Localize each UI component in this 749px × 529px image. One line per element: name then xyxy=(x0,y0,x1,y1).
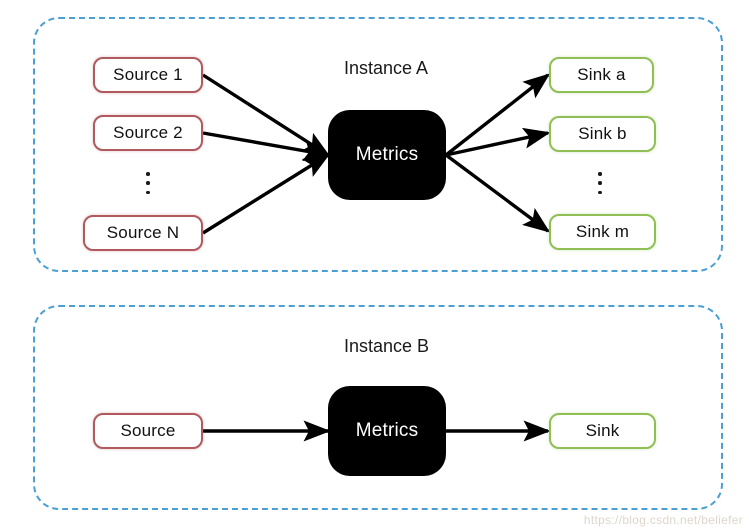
node-sink-a-label: Sink a xyxy=(577,65,626,84)
node-sink-single[interactable]: Sink xyxy=(549,413,656,449)
node-source-single[interactable]: Source xyxy=(93,413,203,449)
node-source-2[interactable]: Source 2 xyxy=(93,115,203,151)
node-sink-single-label: Sink xyxy=(585,421,620,440)
source-ellipsis-icon xyxy=(146,172,150,194)
node-sink-a[interactable]: Sink a xyxy=(549,57,654,93)
node-source-1[interactable]: Source 1 xyxy=(93,57,203,93)
node-source-single-label: Source xyxy=(120,421,176,440)
node-metrics-b-label: Metrics xyxy=(355,420,419,441)
node-sink-m-label: Sink m xyxy=(575,222,630,241)
node-source-n[interactable]: Source N xyxy=(83,215,203,251)
node-sink-b[interactable]: Sink b xyxy=(549,116,656,152)
node-sink-m[interactable]: Sink m xyxy=(549,214,656,250)
group-label-instance-a: Instance A xyxy=(344,58,429,78)
watermark: https://blog.csdn.net/beliefer xyxy=(583,513,743,527)
group-label-instance-b: Instance B xyxy=(344,336,430,356)
sink-ellipsis-icon xyxy=(598,172,602,194)
diagram-canvas: Instance A Source 1 Source 2 Source N Me… xyxy=(0,0,749,529)
node-metrics-a-label: Metrics xyxy=(355,144,419,165)
node-source-n-label: Source N xyxy=(106,223,180,242)
node-source-1-label: Source 1 xyxy=(113,65,183,84)
node-metrics-b[interactable]: Metrics xyxy=(328,386,446,476)
node-metrics-a[interactable]: Metrics xyxy=(328,110,446,200)
node-source-2-label: Source 2 xyxy=(113,123,183,142)
node-sink-b-label: Sink b xyxy=(578,124,627,143)
